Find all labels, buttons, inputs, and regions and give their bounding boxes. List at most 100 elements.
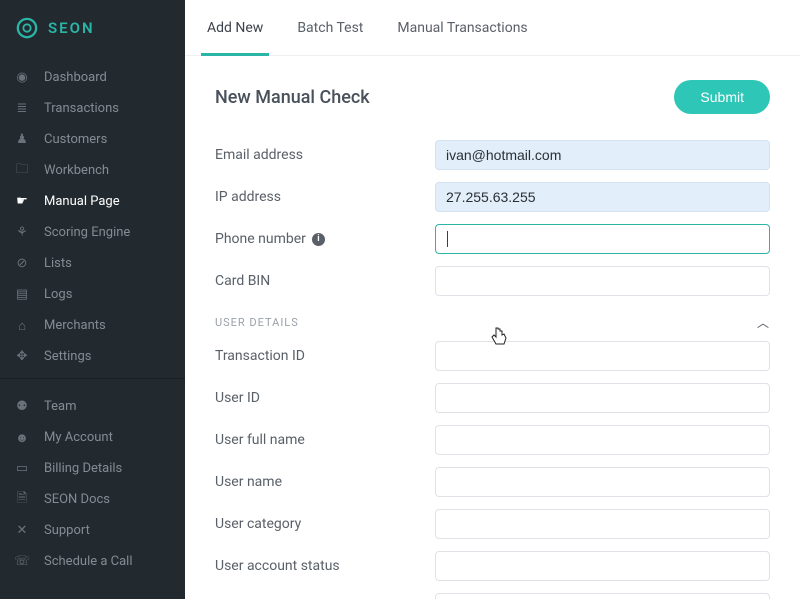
sidebar-item-label: Lists <box>44 256 72 271</box>
sidebar-item-label: Customers <box>44 132 107 147</box>
page-title: New Manual Check <box>215 87 370 108</box>
input-user-name[interactable] <box>435 467 770 497</box>
row-transaction-id: Transaction ID <box>215 341 770 371</box>
billing-icon: ▭ <box>14 461 30 476</box>
input-user-id[interactable] <box>435 383 770 413</box>
sidebar-item-label: SEON Docs <box>44 492 110 507</box>
sidebar-item-workbench[interactable]: 🗀 Workbench <box>0 155 185 186</box>
row-ip: IP address <box>215 182 770 212</box>
scoring-engine-icon: ⚘ <box>14 225 30 240</box>
transactions-icon: ≣ <box>14 101 30 116</box>
row-user-fullname: User full name <box>215 425 770 455</box>
label-email: Email address <box>215 147 435 163</box>
row-email: Email address <box>215 140 770 170</box>
label-user-name: User name <box>215 474 435 490</box>
label-user-account-status: User account status <box>215 558 435 574</box>
sidebar-item-merchants[interactable]: ⌂ Merchants <box>0 310 185 341</box>
sidebar: SEON ◉ Dashboard ≣ Transactions ♟ Custom… <box>0 0 185 599</box>
sidebar-item-manual-page[interactable]: ☛ Manual Page <box>0 186 185 217</box>
input-user-account-status[interactable] <box>435 551 770 581</box>
input-email[interactable] <box>435 140 770 170</box>
settings-icon: ✥ <box>14 349 30 364</box>
sidebar-item-schedule-a-call[interactable]: ☏ Schedule a Call <box>0 546 185 577</box>
text-caret <box>447 231 448 247</box>
schedule-icon: ☏ <box>14 554 30 569</box>
main-area: Add New Batch Test Manual Transactions N… <box>185 0 800 599</box>
tab-add-new[interactable]: Add New <box>205 0 265 56</box>
label-user-fullname: User full name <box>215 432 435 448</box>
sidebar-item-label: Schedule a Call <box>44 554 133 569</box>
sidebar-item-label: Support <box>44 523 90 538</box>
customers-icon: ♟ <box>14 132 30 147</box>
lists-icon: ⊘ <box>14 256 30 271</box>
row-phone: Phone number i <box>215 224 770 254</box>
sidebar-item-settings[interactable]: ✥ Settings <box>0 341 185 372</box>
label-phone: Phone number i <box>215 231 435 247</box>
sidebar-item-label: Workbench <box>44 163 109 178</box>
row-user-id: User ID <box>215 383 770 413</box>
manual-page-icon: ☛ <box>14 194 30 209</box>
sidebar-item-label: Manual Page <box>44 194 120 209</box>
sidebar-nav-secondary: ⚉ Team ☻ My Account ▭ Billing Details 🗎 … <box>0 385 185 577</box>
merchants-icon: ⌂ <box>14 318 30 334</box>
tabs: Add New Batch Test Manual Transactions <box>185 0 800 56</box>
label-ip: IP address <box>215 189 435 205</box>
sidebar-item-logs[interactable]: ▤ Logs <box>0 279 185 310</box>
label-user-category: User category <box>215 516 435 532</box>
sidebar-item-support[interactable]: ✕ Support <box>0 515 185 546</box>
row-user-name: User name <box>215 467 770 497</box>
sidebar-item-billing-details[interactable]: ▭ Billing Details <box>0 453 185 484</box>
account-icon: ☻ <box>14 430 30 446</box>
sidebar-item-my-account[interactable]: ☻ My Account <box>0 422 185 453</box>
sidebar-item-label: Transactions <box>44 101 119 116</box>
sidebar-item-team[interactable]: ⚉ Team <box>0 391 185 422</box>
submit-button[interactable]: Submit <box>674 80 770 114</box>
sidebar-item-scoring-engine[interactable]: ⚘ Scoring Engine <box>0 217 185 248</box>
tab-manual-transactions[interactable]: Manual Transactions <box>395 0 529 56</box>
brand-name: SEON <box>48 19 95 37</box>
panel-head: New Manual Check Submit <box>215 80 770 114</box>
tab-label: Batch Test <box>297 20 363 36</box>
row-user-account-status: User account status <box>215 551 770 581</box>
sidebar-item-label: Billing Details <box>44 461 122 476</box>
input-user-bank-account[interactable] <box>435 593 770 599</box>
row-user-bank-account: User bank account <box>215 593 770 599</box>
row-cardbin: Card BIN <box>215 266 770 296</box>
content: New Manual Check Submit Email address IP… <box>185 56 800 599</box>
row-user-category: User category <box>215 509 770 539</box>
sidebar-item-seon-docs[interactable]: 🗎 SEON Docs <box>0 484 185 515</box>
sidebar-item-customers[interactable]: ♟ Customers <box>0 124 185 155</box>
sidebar-item-label: Logs <box>44 287 72 302</box>
sidebar-nav-primary: ◉ Dashboard ≣ Transactions ♟ Customers 🗀… <box>0 56 185 372</box>
section-title: USER DETAILS <box>215 316 299 329</box>
tab-batch-test[interactable]: Batch Test <box>295 0 365 56</box>
label-transaction-id: Transaction ID <box>215 348 435 364</box>
sidebar-item-label: Merchants <box>44 318 106 333</box>
chevron-up-icon: ︿ <box>757 314 770 331</box>
docs-icon: 🗎 <box>14 489 30 511</box>
sidebar-item-lists[interactable]: ⊘ Lists <box>0 248 185 279</box>
sidebar-item-dashboard[interactable]: ◉ Dashboard <box>0 62 185 93</box>
input-phone[interactable] <box>435 224 770 254</box>
input-cardbin[interactable] <box>435 266 770 296</box>
sidebar-item-label: Team <box>44 399 77 414</box>
team-icon: ⚉ <box>14 399 30 414</box>
input-transaction-id[interactable] <box>435 341 770 371</box>
input-user-category[interactable] <box>435 509 770 539</box>
sidebar-item-label: Dashboard <box>44 70 107 85</box>
dashboard-icon: ◉ <box>14 70 30 85</box>
sidebar-item-label: Settings <box>44 349 91 364</box>
sidebar-divider <box>0 378 185 379</box>
brand-logo-icon <box>16 17 38 39</box>
support-icon: ✕ <box>14 523 30 538</box>
label-cardbin: Card BIN <box>215 273 435 289</box>
section-user-details-header[interactable]: USER DETAILS ︿ <box>215 314 770 331</box>
tab-label: Add New <box>207 20 263 36</box>
tab-label: Manual Transactions <box>397 20 527 36</box>
workbench-icon: 🗀 <box>14 160 30 182</box>
logs-icon: ▤ <box>14 287 30 302</box>
input-ip[interactable] <box>435 182 770 212</box>
sidebar-item-transactions[interactable]: ≣ Transactions <box>0 93 185 124</box>
info-icon[interactable]: i <box>312 233 325 246</box>
input-user-fullname[interactable] <box>435 425 770 455</box>
